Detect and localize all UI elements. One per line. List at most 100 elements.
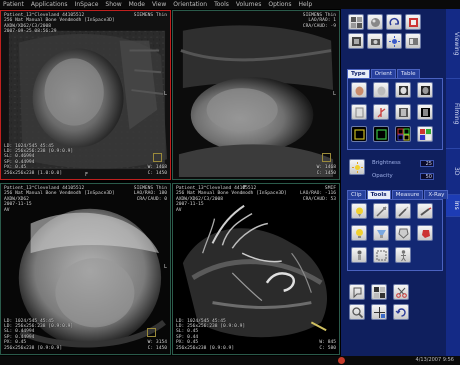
- volume-icon[interactable]: [367, 14, 383, 30]
- menu-item-options[interactable]: Options: [265, 0, 295, 9]
- minip-render-icon[interactable]: [417, 82, 433, 98]
- viewport-window-level: W: 1468 C: 1450: [148, 165, 167, 176]
- preset-icon[interactable]: [405, 33, 421, 49]
- overlay-line: W: 1468: [147, 165, 167, 171]
- tab-tools[interactable]: Tools: [366, 190, 391, 199]
- punch-tool-icon[interactable]: [395, 225, 411, 241]
- menu-item-applications[interactable]: Applications: [28, 0, 72, 9]
- tab-measure[interactable]: Measure: [391, 190, 424, 199]
- mpr-render-icon[interactable]: [417, 104, 433, 120]
- viewport-info-right: SMIF LAO/RAO: -116 CRA/CAUD: 53: [300, 186, 336, 202]
- remove-object-tool-icon[interactable]: [417, 225, 433, 241]
- tab-table[interactable]: Table: [397, 69, 420, 78]
- overlay-line: W: 845: [319, 340, 336, 346]
- viewport-bottom-left[interactable]: Patient_13^Cleveland 44105512 256 Nat Man…: [0, 183, 171, 355]
- menu-item-volumes[interactable]: Volumes: [233, 0, 265, 9]
- xray-body-tool-icon[interactable]: [351, 247, 367, 263]
- color-map-icon[interactable]: [405, 14, 421, 30]
- tab-clip[interactable]: Clip: [347, 190, 366, 199]
- select-region-tool-icon[interactable]: [373, 247, 389, 263]
- viewport-info-bottom-left: LD: 1024/545 45:45 LD: 256x256:238 [0.9:0…: [4, 144, 73, 176]
- layout-grid-icon[interactable]: [348, 14, 364, 30]
- vrt-render-icon[interactable]: [351, 82, 367, 98]
- viewport-window-level: W: 845 C: 580: [319, 340, 336, 351]
- overlay-line: AV: [176, 207, 182, 213]
- side-tab-strip: Viewing Filming 3D Ins: [446, 9, 460, 356]
- brightness-icon[interactable]: [349, 159, 365, 175]
- taskbar-app-icon[interactable]: [338, 357, 345, 364]
- tab-orient[interactable]: Orient: [370, 69, 397, 78]
- mip-render-icon[interactable]: [395, 82, 411, 98]
- fusion-icon[interactable]: [417, 126, 433, 142]
- sculpt-tool-icon[interactable]: [373, 225, 389, 241]
- overlay-line: 2007-09-25 08:56:29: [4, 29, 57, 35]
- overlay-line: C: 1450: [147, 345, 167, 351]
- menu-item-tools[interactable]: Tools: [211, 0, 233, 9]
- viewport-info-left: Patient_13^Cleveland 44105512 256 Nat Man…: [4, 13, 115, 35]
- bone-render-icon[interactable]: [351, 104, 367, 120]
- menu-item-view[interactable]: View: [149, 0, 170, 9]
- menu-item-mode[interactable]: Mode: [126, 0, 149, 9]
- viewport-window-level: W: 3154 C: 1450: [148, 340, 167, 351]
- camera-icon[interactable]: [367, 33, 383, 49]
- zoom-tool-icon[interactable]: [373, 203, 389, 219]
- orientation-cube-icon[interactable]: [322, 153, 331, 162]
- mpr-icon[interactable]: [348, 33, 364, 49]
- viewport-top-left[interactable]: Patient_13^Cleveland 44105512 256 Nat Man…: [0, 10, 171, 180]
- ssd-render-icon[interactable]: [373, 82, 389, 98]
- orientation-cube-icon[interactable]: [147, 328, 156, 337]
- rotate-icon[interactable]: [386, 14, 402, 30]
- orientation-cube-icon[interactable]: [153, 153, 162, 162]
- cross-hair-icon[interactable]: [371, 304, 387, 320]
- viewport-info-right: SIEMENS Thin: [134, 13, 167, 18]
- select-tool-icon[interactable]: [351, 203, 367, 219]
- quad-frame-icon[interactable]: [395, 126, 411, 142]
- tab-type[interactable]: Type: [347, 69, 370, 78]
- reset-icon[interactable]: [393, 304, 409, 320]
- menu-item-orientation[interactable]: Orientation: [170, 0, 211, 9]
- render-type-grid: [351, 82, 433, 142]
- scalpel-tool-icon[interactable]: [395, 203, 411, 219]
- orientation-label-top: F: [243, 185, 247, 191]
- type-tab-row: Type Orient Table: [347, 69, 421, 78]
- opacity-value[interactable]: 50: [420, 172, 434, 180]
- orientation-label-right: L: [332, 91, 336, 97]
- figure-tool-icon[interactable]: [395, 247, 411, 263]
- viewport-info-left: Patient_13^Cleveland 44105512 256 Nat Man…: [4, 186, 115, 213]
- menu-item-show[interactable]: Show: [102, 0, 125, 9]
- orientation-label-right: L: [163, 91, 167, 97]
- viewport-bottom-right[interactable]: Patient_13^Cleveland 44105512 256 Nat Man…: [172, 183, 340, 355]
- tab-filming[interactable]: Filming: [446, 79, 460, 149]
- layout-2x2-icon[interactable]: [371, 284, 387, 300]
- scissors-icon[interactable]: [393, 284, 409, 300]
- orientation-label-right: L: [163, 264, 167, 270]
- tab-3d[interactable]: 3D: [446, 149, 460, 195]
- knife-tool-icon[interactable]: [417, 203, 433, 219]
- menu-item-patient[interactable]: Patient: [0, 0, 28, 9]
- opacity-row[interactable]: Opacity 50: [372, 171, 444, 181]
- annotation-icon[interactable]: [349, 284, 365, 300]
- viewport-info-left: Patient_13^Cleveland 44105512 256 Nat Man…: [176, 186, 287, 213]
- viewport-info-bottom-left: LD: 1024/545 45:45 LD: 256x256:238 [0.9:0…: [176, 319, 245, 351]
- green-frame-icon[interactable]: [373, 126, 389, 142]
- brightness-value[interactable]: 25: [420, 159, 434, 167]
- menu-item-help[interactable]: Help: [296, 0, 317, 9]
- viewport-top-right[interactable]: SIEMENS Thin LAO/RAO: 1 CRA/CAUD: -9 W: 14…: [172, 10, 340, 180]
- black-frame-icon[interactable]: [351, 126, 367, 142]
- overlay-line: CRA/CAUD: 0: [136, 196, 167, 202]
- xray-render-icon[interactable]: [395, 104, 411, 120]
- light-bulb-tool-icon[interactable]: [351, 225, 367, 241]
- overlay-line: 256x256x238 [0.9:0.9]: [4, 345, 63, 351]
- tab-xray[interactable]: X-Ray: [424, 190, 449, 199]
- overlay-line: C: 1450: [316, 170, 336, 176]
- opacity-label: Opacity: [372, 173, 393, 179]
- brightness-row[interactable]: Brightness 25: [372, 158, 444, 168]
- light-icon[interactable]: [386, 33, 402, 49]
- menu-item-inspace[interactable]: InSpace: [72, 0, 103, 9]
- vessel-render-icon[interactable]: [373, 104, 389, 120]
- brightness-label: Brightness: [372, 160, 401, 166]
- overlay-line: SIEMENS Thin: [133, 13, 167, 18]
- viewport-window-level: W: 1468 C: 1450: [317, 165, 336, 176]
- tab-viewing[interactable]: Viewing: [446, 9, 460, 79]
- magnify-icon[interactable]: [349, 304, 365, 320]
